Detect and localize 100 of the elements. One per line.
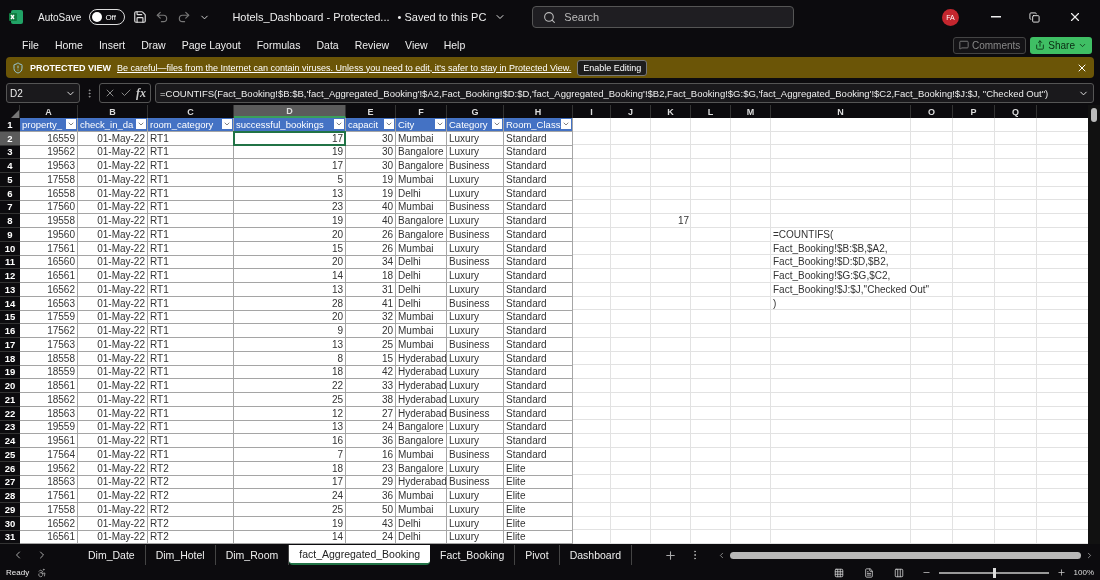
- sheet-tab[interactable]: Pivot: [515, 545, 560, 565]
- redo-icon[interactable]: [177, 10, 192, 24]
- scroll-left-icon[interactable]: [717, 550, 726, 560]
- table-cell: 17558: [20, 173, 78, 187]
- header-label: Room_Class: [506, 118, 561, 130]
- table-cell[interactable]: 17: [234, 131, 346, 146]
- row-header[interactable]: 8: [0, 214, 20, 228]
- sheet-tab[interactable]: Dim_Date: [78, 545, 146, 565]
- ribbon-tab[interactable]: File: [14, 39, 47, 51]
- row-header[interactable]: 25: [0, 448, 20, 462]
- vertical-scrollbar[interactable]: [1088, 105, 1100, 544]
- sheet-tab[interactable]: Fact_Booking: [430, 545, 516, 565]
- row-header[interactable]: 9: [0, 228, 20, 242]
- filter-button[interactable]: [66, 119, 76, 130]
- table-cell: 01-May-22: [78, 448, 148, 462]
- table-cell: Elite: [504, 489, 573, 503]
- table-cell: 40: [346, 214, 396, 228]
- table-cell: Bangalore: [396, 159, 447, 173]
- ribbon-tab[interactable]: Page Layout: [173, 39, 249, 51]
- save-icon[interactable]: [133, 10, 148, 24]
- undo-icon[interactable]: [155, 10, 170, 24]
- row-header[interactable]: 28: [0, 489, 20, 503]
- table-cell: 17564: [20, 448, 78, 462]
- table-cell: Luxury: [447, 269, 504, 283]
- table-cell: RT1: [148, 173, 234, 187]
- name-box[interactable]: D2: [6, 83, 80, 103]
- scroll-right-icon[interactable]: [1085, 550, 1094, 560]
- page-layout-icon[interactable]: [863, 567, 874, 578]
- insert-function[interactable]: fx: [136, 85, 146, 101]
- row-header[interactable]: 29: [0, 503, 20, 517]
- page-break-icon[interactable]: [893, 567, 904, 578]
- table-cell: Luxury: [447, 393, 504, 407]
- row-header[interactable]: 4: [0, 159, 20, 173]
- column-header[interactable]: D: [234, 105, 346, 118]
- cancel-icon[interactable]: [104, 87, 116, 99]
- filter-button[interactable]: [136, 119, 146, 130]
- ribbon-tab[interactable]: Insert: [90, 39, 134, 51]
- table-cell: 01-May-22: [78, 269, 148, 283]
- comments-button[interactable]: Comments: [952, 36, 1027, 54]
- search-field[interactable]: Search: [532, 6, 795, 28]
- row-header[interactable]: 13: [0, 283, 20, 297]
- sheet-tab[interactable]: fact_Aggregated_Booking: [289, 545, 431, 565]
- table-cell: RT1: [148, 434, 234, 448]
- ribbon-tab[interactable]: Formulas: [248, 39, 309, 51]
- filter-button[interactable]: [492, 119, 502, 130]
- filter-button[interactable]: [384, 119, 394, 130]
- zoom-thumb[interactable]: [992, 567, 996, 578]
- filter-button[interactable]: [334, 119, 344, 130]
- status-text: Ready: [6, 568, 30, 577]
- table-cell: 13: [234, 283, 346, 297]
- ribbon-tab[interactable]: Draw: [133, 39, 174, 51]
- row-header[interactable]: 20: [0, 379, 20, 393]
- filter-button[interactable]: [435, 119, 445, 130]
- table-cell: Luxury: [447, 283, 504, 297]
- sheet-tab[interactable]: Dim_Hotel: [145, 545, 216, 565]
- table-cell: Mumbai: [396, 489, 447, 503]
- autosave-label: AutoSave: [38, 11, 82, 23]
- row-header[interactable]: 24: [0, 434, 20, 448]
- row-header[interactable]: 16: [0, 324, 20, 338]
- table-cell: Mumbai: [396, 448, 447, 462]
- ribbon-tab[interactable]: Data: [308, 39, 347, 51]
- row-header[interactable]: 1: [0, 118, 20, 132]
- close-icon: [1068, 10, 1082, 24]
- sheet-tab[interactable]: Dashboard: [559, 545, 632, 565]
- table-cell: Standard: [504, 448, 573, 462]
- table-cell: 16562: [20, 283, 78, 297]
- share-button[interactable]: Share: [1030, 36, 1092, 54]
- table-cell: 33: [346, 379, 396, 393]
- accessibility-icon[interactable]: [37, 567, 48, 578]
- table-cell: Business: [447, 228, 504, 242]
- table-cell: RT1: [148, 379, 234, 393]
- check-icon[interactable]: [120, 87, 132, 99]
- ribbon-tab[interactable]: Help: [435, 39, 474, 51]
- plus-icon: [664, 548, 677, 562]
- table-cell: RT2: [148, 489, 234, 503]
- table-cell: 25: [234, 393, 346, 407]
- ribbon-tab[interactable]: Home: [46, 39, 91, 51]
- zoom-in-icon[interactable]: [1056, 568, 1066, 577]
- row-header[interactable]: 21: [0, 393, 20, 407]
- table-cell: Standard: [504, 228, 573, 242]
- protected-view-message[interactable]: Be careful—files from the Internet can contain viruses. Unless you need to edit, it's safer to stay in Protected View.: [117, 62, 572, 73]
- save-status[interactable]: • Saved to this PC: [397, 11, 487, 23]
- formula-field[interactable]: =COUNTIFS(Fact_Booking!$B:$B,'fact_Aggregated_Booking'!$A2,Fact_Booking!$D:$D,'fact_Aggregated_Booking'!$B2,Fact_Booking!$G:$G,'fact_Aggregated_Booking'!$C2,Fact_Booking!$J:$J, "Checked Out"): [155, 83, 1094, 103]
- horizontal-scrollbar[interactable]: [730, 551, 1081, 559]
- table-cell: 20: [234, 228, 346, 242]
- ribbon-tab[interactable]: View: [397, 39, 436, 51]
- filter-button[interactable]: [222, 119, 232, 130]
- row-header[interactable]: 17: [0, 338, 20, 352]
- scroll-thumb[interactable]: [1091, 108, 1097, 122]
- minimize-icon: [991, 16, 1001, 18]
- cell-text: =COUNTIFS(: [773, 228, 834, 240]
- table-cell: RT1: [148, 159, 234, 173]
- normal-view-icon[interactable]: [833, 567, 844, 578]
- filter-button[interactable]: [561, 119, 571, 130]
- row-header[interactable]: 5: [0, 173, 20, 187]
- table-cell: Luxury: [447, 214, 504, 228]
- table-cell: 18: [346, 269, 396, 283]
- enable-editing-button[interactable]: Enable Editing: [577, 59, 648, 76]
- ribbon-tab[interactable]: Review: [346, 39, 398, 51]
- row-header[interactable]: 12: [0, 269, 20, 283]
